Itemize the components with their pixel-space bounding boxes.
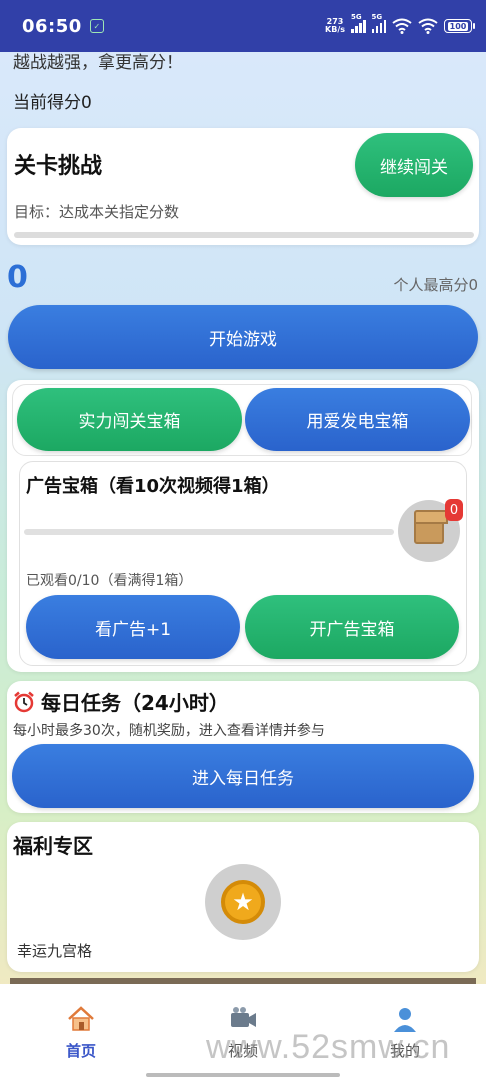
signal-icon-1: 5G [351,13,366,33]
daily-tasks-desc: 每小时最多30次，随机奖励，进入查看详情并参与 [13,723,325,739]
sim2-label: 5G [371,13,383,21]
ad-chest-title: 广告宝箱（看10次视频得1箱） [26,476,280,497]
love-chest-button[interactable]: 用爱发电宝箱 [245,388,470,451]
strength-chest-button[interactable]: 实力闯关宝箱 [17,388,242,451]
lucky-grid-label: 幸运九宫格 [17,942,93,960]
nav-home-label: 首页 [65,1042,96,1060]
continue-level-button[interactable]: 继续闯关 [355,133,473,197]
sim1-label: 5G [351,13,362,21]
ad-chest-badge: 0 [445,499,463,521]
treasure-tabs: 实力闯关宝箱 用爱发电宝箱 [12,384,472,456]
home-indicator[interactable] [146,1073,340,1077]
app-notification-icon: ✓ [89,19,104,33]
alarm-clock-icon [14,691,34,712]
battery-level: 100 [447,21,469,31]
star-icon: ★ [221,880,265,924]
daily-tasks-heading: 每日任务（24小时） [13,687,229,716]
welfare-card: 福利专区 ★ 幸运九宫格 [7,822,479,972]
daily-tasks-card: 每日任务（24小时） 每小时最多30次，随机奖励，进入查看详情并参与 进入每日任… [7,681,479,813]
home-icon [68,1006,94,1031]
status-indicators: 273 KB/s 5G 5G 100 [325,13,475,34]
watermark-text: www.52smw.cn [206,1028,451,1066]
battery-icon: 100 [444,19,475,33]
intro-text: 越战越强，拿更高分！ [13,53,183,73]
score-value: 0 [7,260,28,295]
lucky-grid-button[interactable]: ★ [205,864,281,940]
nav-home[interactable]: 首页 [41,1004,121,1061]
welfare-title: 福利专区 [13,834,93,858]
status-bar: 06:50 ✓ 273 KB/s 5G 5G 100 [0,0,486,52]
open-ad-chest-button[interactable]: 开广告宝箱 [245,595,459,659]
enter-daily-tasks-button[interactable]: 进入每日任务 [12,744,474,808]
daily-tasks-title: 每日任务（24小时） [41,691,229,715]
ad-watched-count: 已观看0/10（看满得1箱） [26,573,193,589]
treasure-card: 实力闯关宝箱 用爱发电宝箱 广告宝箱（看10次视频得1箱） 0 已观看0/10（… [7,380,479,672]
best-score-label: 个人最高分0 [393,276,478,294]
net-speed: 273 KB/s [325,18,345,34]
current-score-label: 当前得分0 [13,93,92,113]
level-title: 关卡挑战 [14,154,103,179]
wifi-icon-2 [418,18,438,34]
level-goal: 目标：达成本关指定分数 [14,203,180,221]
level-progress-bar [14,232,474,238]
ad-progress-bar [24,529,394,535]
level-challenge-card: 关卡挑战 继续闯关 目标：达成本关指定分数 [7,128,479,245]
wifi-icon [392,18,412,34]
ad-chest-panel: 广告宝箱（看10次视频得1箱） 0 已观看0/10（看满得1箱） 看广告+1 开… [19,461,467,666]
signal-icon-2: 5G [371,13,386,33]
net-speed-unit: KB/s [325,25,345,34]
status-time: 06:50 [22,15,82,37]
start-game-button[interactable]: 开始游戏 [8,305,478,369]
watch-ad-button[interactable]: 看广告+1 [26,595,240,659]
